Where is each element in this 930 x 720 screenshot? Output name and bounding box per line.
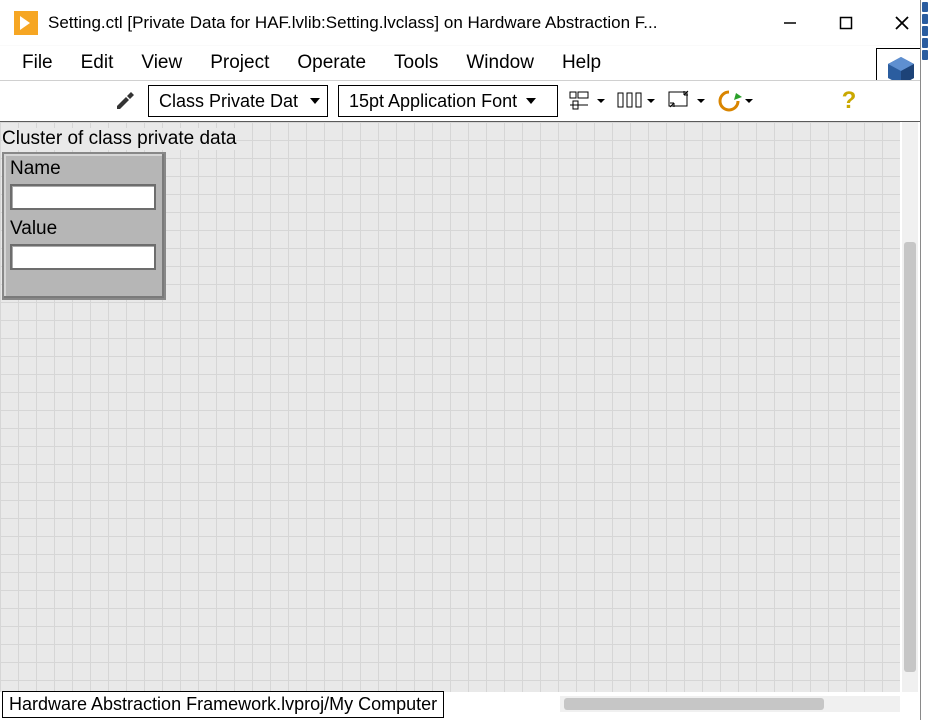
menu-file[interactable]: File (8, 50, 67, 76)
chevron-down-icon (309, 95, 321, 107)
menu-window[interactable]: Window (452, 50, 548, 76)
menu-bar: File Edit View Project Operate Tools Win… (0, 46, 930, 80)
status-path: Hardware Abstraction Framework.lvproj/My… (2, 691, 444, 718)
toolbar-group (568, 87, 754, 115)
cluster-title: Cluster of class private data (2, 128, 236, 150)
chevron-down-icon (525, 95, 537, 107)
v-scroll-thumb[interactable] (904, 242, 916, 672)
context-help-icon[interactable]: ? (838, 87, 860, 117)
window-controls (762, 0, 930, 46)
name-label: Name (4, 154, 164, 180)
menu-help[interactable]: Help (548, 50, 615, 76)
horizontal-scrollbar[interactable] (560, 696, 900, 712)
minimize-button[interactable] (762, 0, 818, 46)
value-input[interactable] (10, 244, 156, 270)
menu-view[interactable]: View (127, 50, 196, 76)
maximize-button[interactable] (818, 0, 874, 46)
cluster-box[interactable]: Name Value (2, 152, 166, 300)
reorder-button[interactable] (716, 87, 754, 115)
distribute-objects-button[interactable] (616, 87, 656, 115)
right-edge-strip (920, 0, 930, 720)
h-scroll-thumb[interactable] (564, 698, 824, 710)
app-icon (14, 11, 38, 35)
toolbar: Class Private Dat 15pt Application Font (0, 80, 930, 122)
font-combo-label: 15pt Application Font (349, 91, 517, 112)
vertical-scrollbar[interactable] (902, 122, 918, 692)
value-label: Value (4, 214, 164, 240)
front-panel-canvas[interactable]: Cluster of class private data Name Value (0, 122, 900, 692)
menu-project[interactable]: Project (196, 50, 283, 76)
font-combo[interactable]: 15pt Application Font (338, 85, 558, 117)
name-input[interactable] (10, 184, 156, 210)
title-bar: Setting.ctl [Private Data for HAF.lvlib:… (0, 0, 930, 46)
chevron-down-icon (596, 96, 606, 106)
menu-tools[interactable]: Tools (380, 50, 452, 76)
chevron-down-icon (646, 96, 656, 106)
chevron-down-icon (744, 96, 754, 106)
align-objects-button[interactable] (568, 87, 606, 115)
resize-objects-button[interactable] (666, 87, 706, 115)
customize-icon[interactable] (110, 86, 140, 116)
menu-operate[interactable]: Operate (283, 50, 380, 76)
window-title: Setting.ctl [Private Data for HAF.lvlib:… (48, 13, 762, 33)
menu-edit[interactable]: Edit (67, 50, 128, 76)
control-type-combo[interactable]: Class Private Dat (148, 85, 328, 117)
control-type-label: Class Private Dat (159, 91, 301, 112)
chevron-down-icon (696, 96, 706, 106)
